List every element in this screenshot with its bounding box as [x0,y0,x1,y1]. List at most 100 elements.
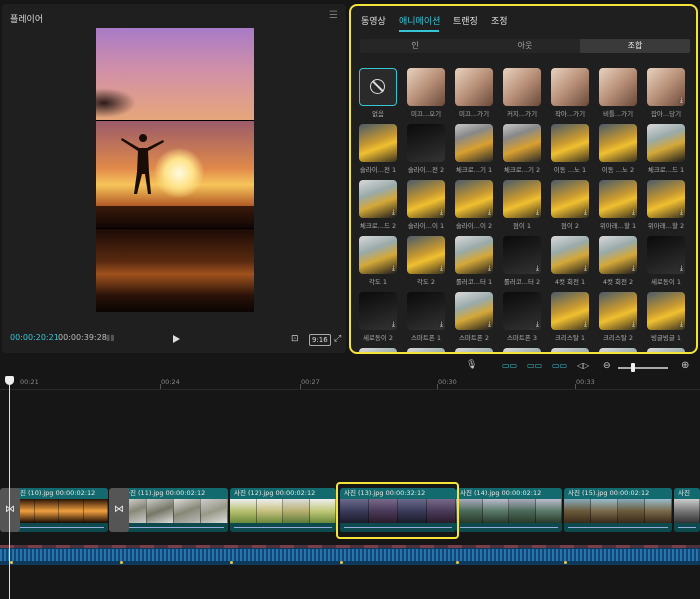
animation-label: 위아래...할 2 [647,222,685,230]
animation-thumbnail [647,124,685,162]
animation-item[interactable]: 슬라이...전 1 [359,124,399,174]
subtab-combo[interactable]: 조합 [580,39,690,53]
animation-item[interactable]: ⤓ 체크로...드 2 [359,180,399,230]
animation-item[interactable]: ⤓ 슬라이...이 1 [407,180,447,230]
video-clip[interactable]: 사진 (10).jpg 00:00:02:12 [10,488,108,532]
animation-item[interactable]: ⤓ 세로동이 1 [647,236,687,286]
subtab-in[interactable]: 인 [360,39,470,53]
animation-item[interactable]: 미끄...가기 [455,68,495,118]
fullscreen-icon[interactable]: ⤢ [334,334,341,344]
animation-item[interactable]: 체크로...기 1 [455,124,495,174]
animation-item[interactable]: 슬라이...전 2 [407,124,447,174]
animation-item[interactable]: 없음 [359,68,399,118]
player-panel: 플레이어 ☰ 00:00:20:21 00:00:39:28 ▮▮ ⊡ 9:16… [2,4,346,353]
audio-track[interactable] [0,545,700,565]
video-clip[interactable]: 사진 (15).jpg 00:00:02:12 [564,488,672,532]
tab-animation[interactable]: 애니메이션 [399,14,440,27]
aspect-ratio-button[interactable]: 9:16 [309,334,331,346]
animation-label: 체크로...기 1 [455,166,493,174]
animation-item[interactable]: ⤓ 롤러코...터 2 [503,236,543,286]
animation-item[interactable]: 이동 ...노 1 [551,124,591,174]
video-clip[interactable]: 사진 [674,488,700,532]
selected-clip-highlight [336,482,459,539]
animation-item[interactable] [647,348,687,352]
animation-label: 미끄...가기 [458,110,490,118]
animation-item[interactable]: ⤓ 크리스탈 1 [551,292,591,342]
snap-icon[interactable]: ▭▭ [527,361,542,370]
animation-item[interactable] [551,348,591,352]
link-audio-icon[interactable]: ▭▭ [552,361,567,370]
animation-item[interactable]: 체크로...기 2 [503,124,543,174]
animation-label: 없음 [372,110,384,118]
animation-thumbnail [503,124,541,162]
tab-video[interactable]: 동영상 [361,14,386,27]
tab-adjust[interactable]: 조정 [491,14,508,27]
animation-item[interactable]: 미끄...오기 [407,68,447,118]
video-clip[interactable]: 사진 (14).jpg 00:00:02:12 [456,488,562,532]
animation-item[interactable]: 커지...가기 [503,68,543,118]
animation-thumbnail: ⤓ [359,180,397,218]
transition-icon[interactable]: ⋈ [109,488,129,532]
animation-item[interactable]: ⤓ 슬라이...이 2 [455,180,495,230]
split-icon[interactable]: ◁▷ [577,361,589,370]
video-clip[interactable]: 사진 (12).jpg 00:00:02:12 [230,488,336,532]
animation-item[interactable]: 체크로...드 1 [647,124,687,174]
animation-label: 점이 1 [512,222,532,230]
animation-thumbnail [359,68,397,106]
zoom-in-icon[interactable]: ⊕ [681,360,689,371]
download-icon: ⤓ [583,264,587,272]
timeline-ruler[interactable] [0,376,700,390]
playhead[interactable] [9,376,10,599]
animation-item[interactable]: ⤓ 각도 2 [407,236,447,286]
screenshot-icon[interactable]: ⊡ [291,334,299,344]
clip-thumbnails [564,499,672,523]
animation-label: 각도 2 [416,278,436,286]
animation-item[interactable]: ⤓ 4컷 회전 2 [599,236,639,286]
animation-item[interactable]: ⤓ 각도 1 [359,236,399,286]
animation-item[interactable]: ⤓ 세로동이 2 [359,292,399,342]
zoom-out-icon[interactable]: ⊖ [603,361,611,371]
animation-item[interactable]: ⤓ 스마트폰 3 [503,292,543,342]
animation-item[interactable]: ⤓ 4컷 회전 1 [551,236,591,286]
animation-thumbnail [599,124,637,162]
download-icon: ⤓ [631,264,635,272]
download-icon: ⤓ [391,320,395,328]
animation-item[interactable]: ⤓ 크리스탈 2 [599,292,639,342]
clip-duration: 00:00:02:12 [165,489,206,497]
tab-transition[interactable]: 트랜징 [453,14,478,27]
animation-item[interactable]: 비틀...가기 [599,68,639,118]
animation-item[interactable]: ⤓ 스마트폰 1 [407,292,447,342]
animation-item[interactable] [359,348,399,352]
animation-item[interactable] [503,348,543,352]
animation-item[interactable]: 작아...가기 [551,68,591,118]
animation-thumbnail [407,348,445,352]
current-time: 00:00:20:21 [10,333,59,342]
audio-meter-icon: ▮▮ [106,333,115,342]
zoom-slider[interactable] [618,367,668,369]
menu-icon[interactable]: ☰ [329,10,338,21]
animation-item[interactable]: ⤓ 스마트폰 2 [455,292,495,342]
animation-item[interactable]: ⤓ 롤러코...터 1 [455,236,495,286]
transition-icon[interactable]: ⋈ [0,488,20,532]
playhead-handle[interactable] [5,376,14,385]
animation-thumbnail [599,68,637,106]
download-icon: ⤓ [439,320,443,328]
animation-item[interactable]: ⤓ 위아래...할 1 [599,180,639,230]
animation-item[interactable]: ⤓ 위아래...할 2 [647,180,687,230]
animation-label: 빙글빙글 1 [650,334,682,342]
animation-item[interactable] [407,348,447,352]
play-button[interactable] [173,335,180,343]
animation-item[interactable] [455,348,495,352]
animation-item[interactable]: 이동 ...노 2 [599,124,639,174]
animation-item[interactable]: ⤓ 점이 2 [551,180,591,230]
subtab-out[interactable]: 아웃 [470,39,580,53]
animation-item[interactable]: ⤓ 잡아...당기 [647,68,687,118]
animation-item[interactable] [599,348,639,352]
clip-thumbnails [456,499,562,523]
zoom-slider-handle[interactable] [631,363,635,372]
video-clip[interactable]: 사진 (11).jpg 00:00:02:12 [120,488,228,532]
animation-item[interactable]: ⤓ 빙글빙글 1 [647,292,687,342]
link-clips-icon[interactable]: ▭▭ [502,361,517,370]
animation-item[interactable]: ⤓ 점이 1 [503,180,543,230]
microphone-icon[interactable]: 🎙 [466,360,477,370]
